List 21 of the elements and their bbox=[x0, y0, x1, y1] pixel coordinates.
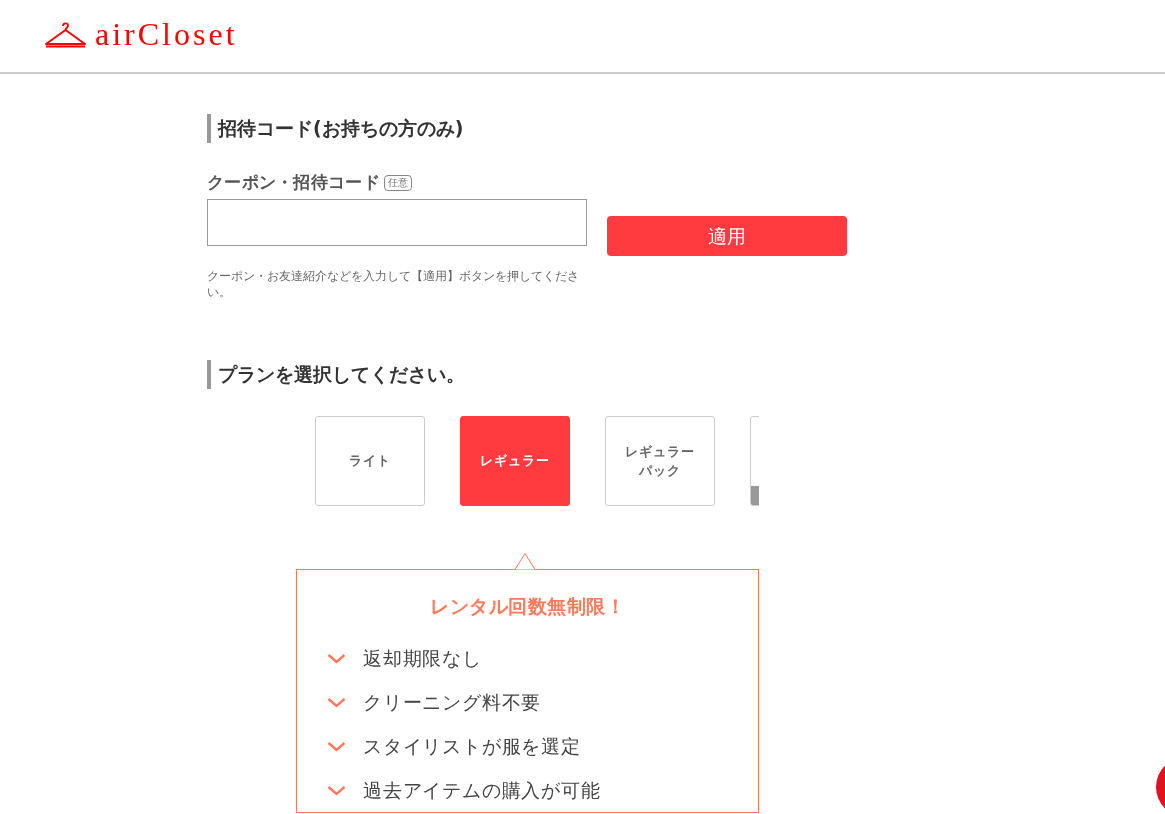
plan-tile[interactable]: ライト bbox=[315, 415, 425, 506]
check-icon bbox=[327, 696, 346, 708]
feature-text: スタイリストが服を選定 bbox=[363, 734, 581, 758]
section-heading: 招待コード(お持ちの方のみ) bbox=[207, 114, 464, 143]
hanger-logo-icon bbox=[44, 19, 87, 48]
check-icon bbox=[327, 784, 346, 796]
optional-tag: 任意 bbox=[384, 174, 412, 191]
check-icon bbox=[327, 652, 346, 664]
help-text: クーポン・お友達紹介などを入力して【適用】ボタンを押してください。 bbox=[207, 267, 580, 300]
section-heading: プランを選択してください。 bbox=[207, 359, 465, 389]
plan-tile[interactable]: レギュラー bbox=[460, 415, 570, 506]
feature-text: 返却期限なし bbox=[363, 646, 482, 670]
feature-text: クリーニング料不要 bbox=[363, 690, 542, 714]
coupon-code-input[interactable] bbox=[207, 198, 587, 246]
check-icon bbox=[327, 740, 346, 752]
plan-tile[interactable]: レギュラーパック bbox=[605, 415, 715, 506]
logo-wordmark[interactable]: airCloset bbox=[95, 17, 238, 50]
feature-text: 過去アイテムの購入が可能 bbox=[363, 778, 601, 802]
field-label: クーポン・招待コード bbox=[207, 171, 380, 194]
apply-button[interactable]: 適用 bbox=[607, 215, 847, 256]
feature-title: レンタル回数無制限！ bbox=[430, 593, 625, 619]
